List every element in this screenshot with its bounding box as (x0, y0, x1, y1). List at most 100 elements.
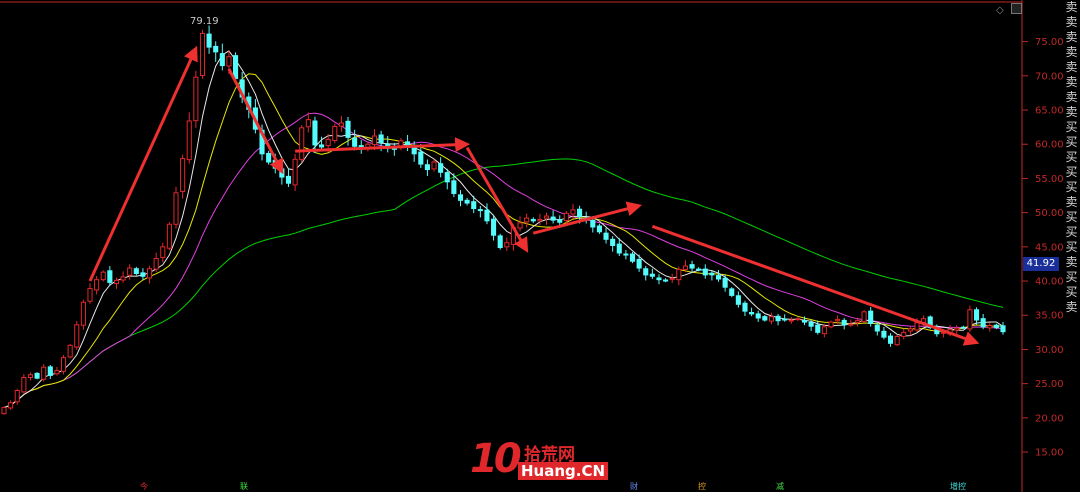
candle-down (616, 243, 622, 254)
candle-down (629, 253, 636, 262)
candle-down (881, 330, 887, 338)
candle-down (742, 302, 748, 312)
candle-down (603, 232, 609, 240)
candle-down (266, 152, 272, 163)
signal-11: 买 (1065, 165, 1078, 179)
candle-down (418, 151, 424, 165)
signal-17: 卖 (1065, 255, 1078, 269)
candle-down (596, 225, 602, 233)
candle-up (848, 323, 854, 326)
candle-up (517, 222, 523, 229)
candle-up (199, 32, 206, 76)
signal-5: 卖 (1065, 75, 1078, 89)
candle-up (160, 246, 166, 258)
candle-up (74, 324, 80, 348)
candle-down (34, 372, 40, 379)
y-axis-ticks: 75.00 70.00 65.00 60.00 55.00 50.00 45.00 40.00… (1022, 37, 1064, 459)
candle-down (636, 258, 642, 269)
candle-up (788, 319, 794, 322)
ma5-line (3, 50, 1004, 409)
candle-up (41, 366, 47, 380)
candle-down (233, 55, 239, 80)
candle-up (153, 257, 159, 270)
candle-up (186, 120, 192, 161)
bottom-markers: 今 联 财 控 减 增控 (0, 482, 1020, 492)
candle-down (715, 275, 722, 280)
candles (1, 25, 1006, 415)
signal-20: 卖 (1065, 300, 1078, 314)
candle-up (120, 276, 126, 281)
candle-up (127, 267, 133, 276)
candle-down (345, 120, 351, 138)
candle-down (405, 141, 411, 147)
candle-down (729, 288, 735, 296)
y-tick-label: 15.00 (1035, 448, 1064, 459)
diamond-icon[interactable]: ◇ (996, 5, 1004, 16)
candle-up (570, 209, 576, 215)
candle-up (682, 265, 688, 270)
candle-down (530, 218, 536, 222)
candle-down (451, 180, 457, 194)
candle-up (21, 376, 27, 393)
candle-down (557, 219, 563, 223)
candle-down (649, 273, 655, 277)
signal-16: 买 (1065, 240, 1078, 254)
ma10-line (3, 73, 1004, 409)
y-tick-label: 30.00 (1035, 345, 1064, 356)
candle-up (338, 122, 344, 127)
trend-arrows (88, 45, 980, 346)
candle-up (894, 335, 900, 346)
candle-down (352, 137, 358, 147)
candle-down (378, 134, 384, 144)
candle-down (484, 209, 490, 222)
candle-up (828, 321, 834, 328)
candle-down (424, 164, 430, 171)
candle-up (292, 158, 298, 186)
scroll-button[interactable] (1011, 3, 1022, 14)
candle-up (835, 318, 841, 322)
candle-down (663, 279, 669, 282)
candle-up (113, 279, 120, 284)
signal-9: 买 (1065, 135, 1078, 149)
logo-site: Huang.CN (518, 462, 609, 480)
candle-down (610, 238, 616, 246)
y-tick-label: 75.00 (1035, 37, 1064, 48)
candle-up (543, 215, 550, 219)
y-tick-label: 70.00 (1035, 71, 1064, 82)
trend-arrow (88, 45, 198, 282)
bottom-marker: 今 (140, 482, 148, 491)
candle-down (689, 264, 695, 269)
candle-up (537, 218, 543, 222)
candle-up (795, 318, 801, 321)
candle-down (358, 145, 364, 148)
candle-down (874, 324, 880, 332)
candle-down (47, 366, 53, 376)
candle-up (54, 370, 60, 375)
candle-up (305, 119, 311, 128)
candle-down (960, 326, 966, 329)
ma10-polyline (3, 73, 1004, 409)
candle-down (285, 175, 292, 184)
signal-15: 买 (1065, 225, 1078, 239)
y-tick-label: 35.00 (1035, 311, 1064, 322)
logo-number: 10 (470, 436, 522, 482)
signal-1: 卖 (1065, 15, 1078, 29)
candle-up (193, 76, 199, 122)
candle-up (226, 56, 232, 67)
candle-down (775, 315, 781, 322)
y-tick-label: 20.00 (1035, 413, 1064, 424)
candle-up (146, 268, 153, 279)
candle-down (887, 335, 894, 344)
candle-down (702, 268, 708, 276)
candle-down (491, 218, 497, 236)
candle-down (457, 194, 464, 201)
signal-7: 卖 (1065, 105, 1078, 119)
candle-up (80, 301, 86, 326)
candle-down (749, 312, 755, 315)
candle-down (980, 318, 986, 328)
y-tick-label: 25.00 (1035, 379, 1064, 390)
candle-down (623, 253, 629, 256)
candle-down (993, 324, 999, 329)
candle-up (8, 402, 14, 409)
signal-18: 买 (1065, 270, 1078, 284)
